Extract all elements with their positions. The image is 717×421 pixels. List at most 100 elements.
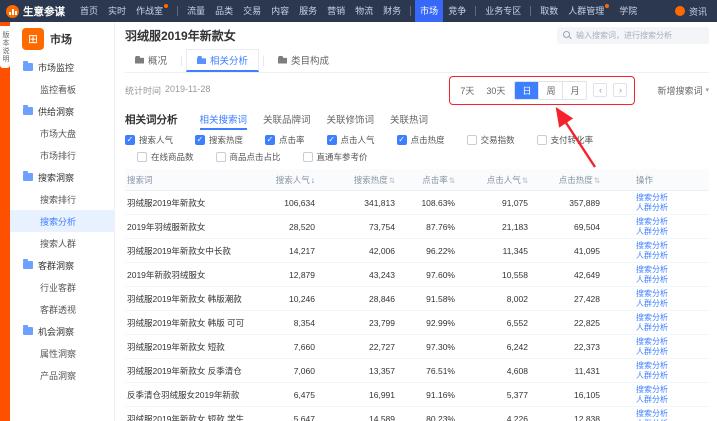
metric-交易指数[interactable]: 交易指数 [467, 134, 515, 146]
action-link-人群分析[interactable]: 人群分析 [636, 227, 707, 237]
pager-next-button[interactable]: › [613, 83, 627, 97]
table-row: 羽绒服2019年新款女 韩版潮款10,24628,84691.58%8,0022… [125, 287, 709, 311]
checkbox-点击热度[interactable]: ✓ [397, 135, 407, 145]
action-link-搜索分析[interactable]: 搜索分析 [636, 217, 707, 227]
tab-类目构成[interactable]: 类目构成 [268, 49, 339, 72]
column-header-操作[interactable]: 操作 [602, 174, 709, 186]
action-link-人群分析[interactable]: 人群分析 [636, 347, 707, 357]
new-search-filter[interactable]: 新增搜索词 ▾ [657, 84, 709, 97]
metric-在线商品数[interactable]: 在线商品数 [137, 151, 194, 163]
sidebar-item-客群透视[interactable]: 客群透视 [10, 298, 114, 320]
action-link-人群分析[interactable]: 人群分析 [636, 299, 707, 309]
nav-item-市场[interactable]: 市场 [415, 0, 443, 22]
sidebar-item-市场监控[interactable]: 市场监控 [10, 56, 114, 78]
sidebar-item-搜索排行[interactable]: 搜索排行 [10, 188, 114, 210]
action-link-搜索分析[interactable]: 搜索分析 [636, 409, 707, 419]
metric-直通车参考价[interactable]: 直通车参考价 [303, 151, 368, 163]
search-input[interactable] [576, 31, 703, 40]
action-link-人群分析[interactable]: 人群分析 [636, 203, 707, 213]
sidebar-item-搜索人群[interactable]: 搜索人群 [10, 232, 114, 254]
column-header-搜索人气[interactable]: 搜索人气↓ [247, 174, 317, 186]
checkbox-点击率[interactable]: ✓ [265, 135, 275, 145]
nav-item-学院[interactable]: 学院 [614, 0, 642, 22]
period-button-周[interactable]: 周 [538, 82, 562, 99]
action-link-搜索分析[interactable]: 搜索分析 [636, 385, 707, 395]
sidebar-item-属性洞察[interactable]: 属性洞察 [10, 342, 114, 364]
column-header-点击热度[interactable]: 点击热度⇅ [530, 174, 602, 186]
nav-item-流量[interactable]: 流量 [182, 0, 210, 22]
nav-item-作战室[interactable]: 作战室 [131, 0, 173, 22]
nav-item-品类[interactable]: 品类 [210, 0, 238, 22]
sidebar-item-监控看板[interactable]: 监控看板 [10, 78, 114, 100]
nav-item-首页[interactable]: 首页 [75, 0, 103, 22]
action-link-人群分析[interactable]: 人群分析 [636, 251, 707, 261]
nav-item-营销[interactable]: 营销 [322, 0, 350, 22]
nav-item-财务[interactable]: 财务 [378, 0, 406, 22]
nav-item-人群管理[interactable]: 人群管理 [563, 0, 614, 22]
period-button-月[interactable]: 月 [562, 82, 586, 99]
nav-item-交易[interactable]: 交易 [238, 0, 266, 22]
sidebar-item-搜索洞察[interactable]: 搜索洞察 [10, 166, 114, 188]
action-link-搜索分析[interactable]: 搜索分析 [636, 313, 707, 323]
sidebar-item-客群洞察[interactable]: 客群洞察 [10, 254, 114, 276]
metric-商品点击占比[interactable]: 商品点击占比 [216, 151, 281, 163]
action-link-搜索分析[interactable]: 搜索分析 [636, 193, 707, 203]
nav-item-物流[interactable]: 物流 [350, 0, 378, 22]
user-info[interactable]: 资讯 [675, 5, 717, 18]
avatar [675, 6, 685, 16]
nav-item-取数[interactable]: 取数 [535, 0, 563, 22]
checkbox-搜索人气[interactable]: ✓ [125, 135, 135, 145]
action-link-人群分析[interactable]: 人群分析 [636, 371, 707, 381]
column-header-搜索词[interactable]: 搜索词 [125, 174, 247, 186]
column-header-点击率[interactable]: 点击率⇅ [397, 174, 457, 186]
nav-item-实时[interactable]: 实时 [103, 0, 131, 22]
sidebar-item-产品洞察[interactable]: 产品洞察 [10, 364, 114, 386]
sidebar-item-搜索分析[interactable]: 搜索分析 [10, 210, 114, 232]
metric-搜索人气[interactable]: ✓搜索人气 [125, 134, 173, 146]
tab-相关分析[interactable]: 相关分析 [186, 49, 259, 72]
checkbox-支付转化率[interactable] [537, 135, 547, 145]
metric-点击率[interactable]: ✓点击率 [265, 134, 305, 146]
analysis-tab-关联热词[interactable]: 关联热词 [390, 108, 428, 130]
action-link-人群分析[interactable]: 人群分析 [636, 275, 707, 285]
sidebar-item-市场大盘[interactable]: 市场大盘 [10, 122, 114, 144]
checkbox-交易指数[interactable] [467, 135, 477, 145]
action-link-搜索分析[interactable]: 搜索分析 [636, 289, 707, 299]
checkbox-直通车参考价[interactable] [303, 152, 313, 162]
analysis-tab-关联修饰词[interactable]: 关联修饰词 [327, 108, 375, 130]
action-link-搜索分析[interactable]: 搜索分析 [636, 265, 707, 275]
pager-prev-button[interactable]: ‹ [593, 83, 607, 97]
app-logo[interactable]: 生意参谋 [6, 4, 65, 19]
nav-item-业务专区[interactable]: 业务专区 [480, 0, 526, 22]
checkbox-在线商品数[interactable] [137, 152, 147, 162]
nav-item-服务[interactable]: 服务 [294, 0, 322, 22]
sidebar-item-机会洞察[interactable]: 机会洞察 [10, 320, 114, 342]
analysis-tab-关联品牌词[interactable]: 关联品牌词 [263, 108, 311, 130]
range-button-30天[interactable]: 30天 [483, 82, 508, 99]
market-module-icon: ⊞ [22, 28, 44, 50]
range-button-7天[interactable]: 7天 [457, 82, 477, 99]
action-link-搜索分析[interactable]: 搜索分析 [636, 241, 707, 251]
metric-支付转化率[interactable]: 支付转化率 [537, 134, 594, 146]
checkbox-商品点击占比[interactable] [216, 152, 226, 162]
version-note-tab[interactable]: 版本说明 [0, 26, 10, 68]
action-link-搜索分析[interactable]: 搜索分析 [636, 337, 707, 347]
metric-点击热度[interactable]: ✓点击热度 [397, 134, 445, 146]
checkbox-搜索热度[interactable]: ✓ [195, 135, 205, 145]
column-header-搜索热度[interactable]: 搜索热度⇅ [317, 174, 397, 186]
sidebar-item-市场排行[interactable]: 市场排行 [10, 144, 114, 166]
checkbox-点击人气[interactable]: ✓ [327, 135, 337, 145]
period-button-日[interactable]: 日 [515, 82, 538, 99]
metric-点击人气[interactable]: ✓点击人气 [327, 134, 375, 146]
action-link-人群分析[interactable]: 人群分析 [636, 323, 707, 333]
sidebar-item-供给洞察[interactable]: 供给洞察 [10, 100, 114, 122]
tab-概况[interactable]: 概况 [125, 49, 177, 72]
action-link-人群分析[interactable]: 人群分析 [636, 395, 707, 405]
column-header-点击人气[interactable]: 点击人气⇅ [457, 174, 530, 186]
nav-item-竞争[interactable]: 竞争 [443, 0, 471, 22]
action-link-搜索分析[interactable]: 搜索分析 [636, 361, 707, 371]
metric-搜索热度[interactable]: ✓搜索热度 [195, 134, 243, 146]
nav-item-内容[interactable]: 内容 [266, 0, 294, 22]
analysis-tab-相关搜索词[interactable]: 相关搜索词 [200, 108, 248, 130]
sidebar-item-行业客群[interactable]: 行业客群 [10, 276, 114, 298]
